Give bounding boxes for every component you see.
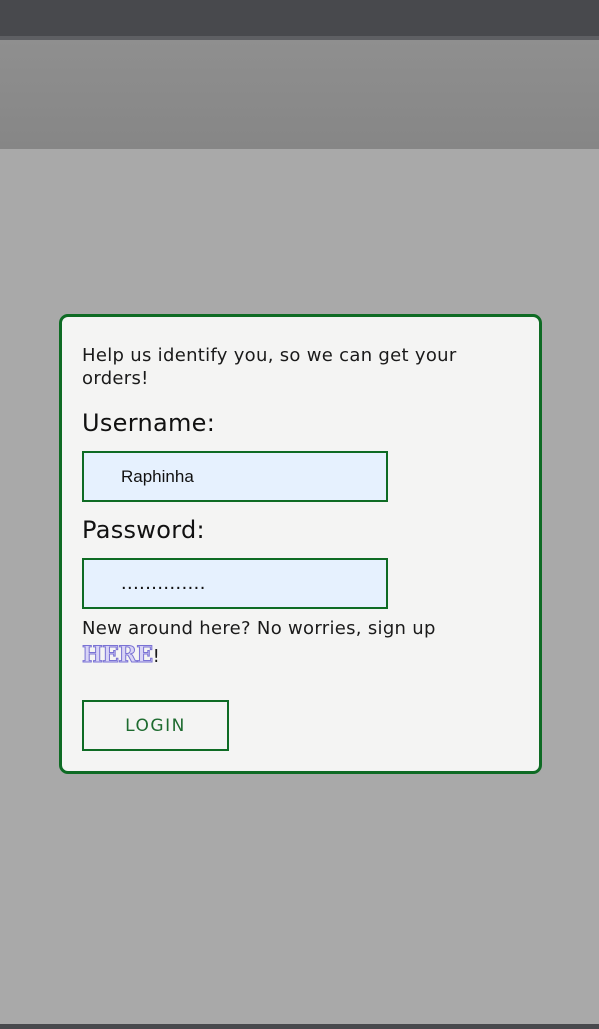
signup-link[interactable]: HERE [82, 642, 154, 669]
signup-prompt-text: New around here? No worries, sign up [82, 618, 436, 639]
bottom-edge-line [0, 1024, 599, 1029]
login-intro-text: Help us identify you, so we can get your… [82, 345, 457, 389]
login-card: Help us identify you, so we can get your… [59, 314, 542, 774]
signup-exclamation: ! [152, 646, 161, 667]
username-label: Username: [82, 409, 216, 437]
password-label: Password: [82, 516, 205, 544]
username-input[interactable] [82, 451, 388, 502]
signup-prompt: New around here? No worries, sign up HER… [82, 615, 502, 670]
password-input[interactable] [82, 558, 388, 609]
page-header-band [0, 40, 599, 149]
login-button[interactable]: LOGIN [82, 700, 229, 751]
browser-top-strip [0, 0, 599, 36]
